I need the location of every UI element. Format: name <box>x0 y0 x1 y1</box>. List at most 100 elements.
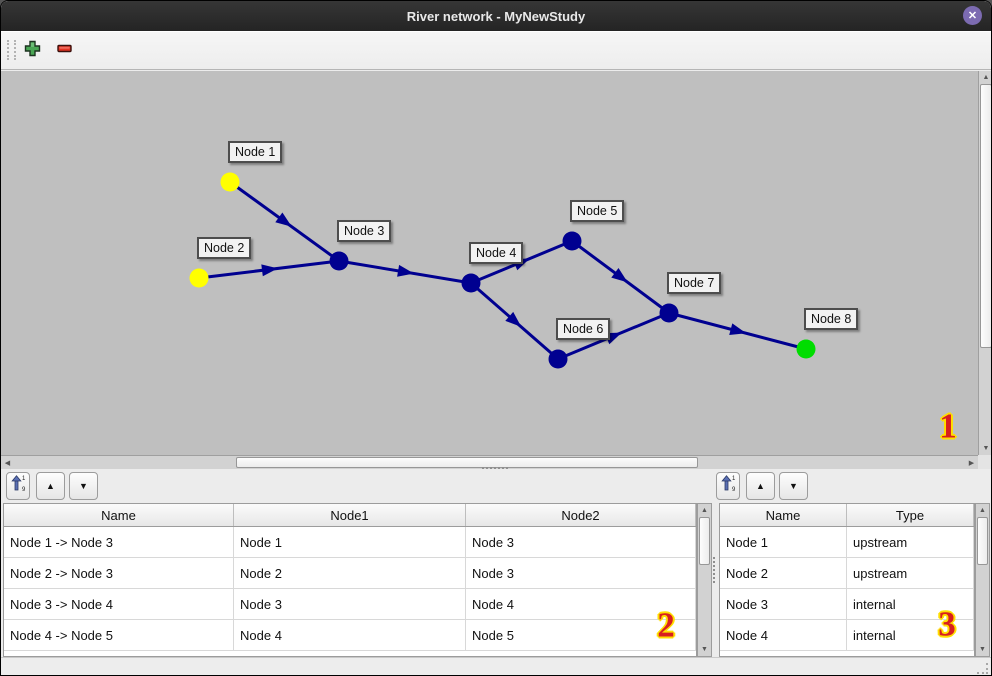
status-bar <box>1 657 992 676</box>
table-cell[interactable]: upstream <box>847 558 974 588</box>
node-label-node-1: Node 1 <box>228 141 282 163</box>
scroll-up-icon[interactable]: ▲ <box>976 504 989 517</box>
svg-text:1: 1 <box>22 476 26 482</box>
column-header-node2[interactable]: Node2 <box>466 504 696 526</box>
node-label-node-6: Node 6 <box>556 318 610 340</box>
node-label-node-3: Node 3 <box>337 220 391 242</box>
table-cell[interactable]: Node 3 <box>466 558 696 588</box>
node-label-node-5: Node 5 <box>570 200 624 222</box>
scroll-up-icon[interactable]: ▲ <box>979 71 992 84</box>
nodes-table-scrollbar[interactable]: ▲ ▼ <box>975 503 990 657</box>
table-cell[interactable]: Node 1 -> Node 3 <box>4 527 234 557</box>
scroll-down-icon[interactable]: ▼ <box>976 643 989 656</box>
table-cell[interactable]: Node 3 <box>466 527 696 557</box>
node-node-7[interactable] <box>660 304 679 323</box>
nodes-move-up-button[interactable]: ▲ <box>746 472 775 500</box>
scroll-down-icon[interactable]: ▼ <box>698 643 711 656</box>
edge-arrowhead-icon <box>275 213 292 227</box>
table-cell[interactable]: Node 4 <box>720 620 847 650</box>
column-header-name[interactable]: Name <box>4 504 234 526</box>
annotation-2: 2 <box>657 608 675 643</box>
window-title: River network - MyNewStudy <box>407 9 585 24</box>
reaches-table: NameNode1Node2 Node 1 -> Node 3Node 1Nod… <box>3 503 697 657</box>
reaches-table-body: Node 1 -> Node 3Node 1Node 3Node 2 -> No… <box>4 527 696 657</box>
annotation-1: 1 <box>939 409 957 444</box>
reaches-sort-button[interactable]: 1 9 <box>6 472 30 500</box>
scroll-left-icon[interactable]: ◀ <box>1 456 14 469</box>
table-cell[interactable]: Node 2 -> Node 3 <box>4 558 234 588</box>
table-row[interactable]: Node 3 -> Node 4Node 3Node 4 <box>4 589 696 620</box>
river-network-window: River network - MyNewStudy ✕ <box>0 0 992 676</box>
down-arrow-icon: ▼ <box>789 482 798 491</box>
remove-button[interactable] <box>53 40 75 62</box>
table-cell[interactable]: Node 4 -> Node 5 <box>4 620 234 650</box>
toolbar-grip-handle[interactable] <box>7 40 16 60</box>
table-cell[interactable]: Node 3 <box>720 589 847 619</box>
table-cell[interactable]: Node 1 <box>720 527 847 557</box>
canvas-vscroll-thumb[interactable] <box>980 84 992 348</box>
nodes-table-header: NameType <box>720 504 974 527</box>
reaches-scroll-thumb[interactable] <box>699 517 710 565</box>
table-cell[interactable]: Node 1 <box>234 527 466 557</box>
table-cell[interactable]: Node 3 <box>234 589 466 619</box>
annotation-3: 3 <box>938 607 956 642</box>
table-cell[interactable]: Node 4 <box>234 620 466 650</box>
reaches-table-scrollbar[interactable]: ▲ ▼ <box>697 503 712 657</box>
scroll-down-icon[interactable]: ▼ <box>979 442 992 455</box>
network-canvas[interactable]: Node 1Node 2Node 3Node 4Node 5Node 6Node… <box>1 71 978 455</box>
down-arrow-icon: ▼ <box>79 482 88 491</box>
node-label-node-2: Node 2 <box>197 237 251 259</box>
scroll-up-icon[interactable]: ▲ <box>698 504 711 517</box>
bottom-panel: 1 9 ▲ ▼ 1 9 ▲ ▼ <box>1 469 992 657</box>
nodes-scroll-thumb[interactable] <box>977 517 988 565</box>
node-node-5[interactable] <box>563 232 582 251</box>
table-row[interactable]: Node 4internal <box>720 620 974 651</box>
scroll-right-icon[interactable]: ▶ <box>965 456 978 469</box>
table-row[interactable]: Node 1 -> Node 3Node 1Node 3 <box>4 527 696 558</box>
svg-text:9: 9 <box>22 487 26 492</box>
canvas-hscroll-thumb[interactable] <box>236 457 698 468</box>
svg-text:9: 9 <box>732 487 736 492</box>
up-arrow-icon: ▲ <box>756 482 765 491</box>
reaches-table-header: NameNode1Node2 <box>4 504 696 527</box>
column-header-name[interactable]: Name <box>720 504 847 526</box>
canvas-vertical-scrollbar[interactable]: ▲ ▼ <box>978 71 992 455</box>
column-header-type[interactable]: Type <box>847 504 974 526</box>
titlebar[interactable]: River network - MyNewStudy ✕ <box>1 1 991 31</box>
node-node-4[interactable] <box>462 274 481 293</box>
node-node-6[interactable] <box>549 350 568 369</box>
sort-ascending-icon: 1 9 <box>11 475 26 497</box>
remove-icon <box>56 40 73 62</box>
add-button[interactable] <box>21 40 43 62</box>
column-header-node1[interactable]: Node1 <box>234 504 466 526</box>
add-icon <box>24 40 41 62</box>
reaches-move-down-button[interactable]: ▼ <box>69 472 98 500</box>
nodes-table-body: Node 1upstreamNode 2upstreamNode 3intern… <box>720 527 974 657</box>
node-node-8[interactable] <box>797 340 816 359</box>
nodes-move-down-button[interactable]: ▼ <box>779 472 808 500</box>
nodes-sort-button[interactable]: 1 9 <box>716 472 740 500</box>
table-row[interactable]: Node 3internal <box>720 589 974 620</box>
node-node-1[interactable] <box>221 173 240 192</box>
table-cell[interactable]: Node 2 <box>234 558 466 588</box>
sort-ascending-icon: 1 9 <box>721 475 736 497</box>
table-row[interactable]: Node 1upstream <box>720 527 974 558</box>
edge-arrowhead-icon <box>261 264 278 276</box>
edge-arrowhead-icon <box>729 323 746 335</box>
table-row[interactable]: Node 4 -> Node 5Node 4Node 5 <box>4 620 696 651</box>
table-cell[interactable]: upstream <box>847 527 974 557</box>
close-button[interactable]: ✕ <box>963 6 982 25</box>
svg-text:1: 1 <box>732 476 736 482</box>
node-label-node-8: Node 8 <box>804 308 858 330</box>
resize-grip[interactable] <box>977 663 988 674</box>
table-row[interactable]: Node 2 -> Node 3Node 2Node 3 <box>4 558 696 589</box>
node-node-2[interactable] <box>190 269 209 288</box>
node-node-3[interactable] <box>330 252 349 271</box>
toolbar <box>1 31 991 70</box>
table-row[interactable]: Node 2upstream <box>720 558 974 589</box>
table-cell[interactable]: Node 3 -> Node 4 <box>4 589 234 619</box>
node-label-node-7: Node 7 <box>667 272 721 294</box>
reaches-move-up-button[interactable]: ▲ <box>36 472 65 500</box>
vertical-splitter-handle[interactable] <box>713 557 715 583</box>
table-cell[interactable]: Node 2 <box>720 558 847 588</box>
